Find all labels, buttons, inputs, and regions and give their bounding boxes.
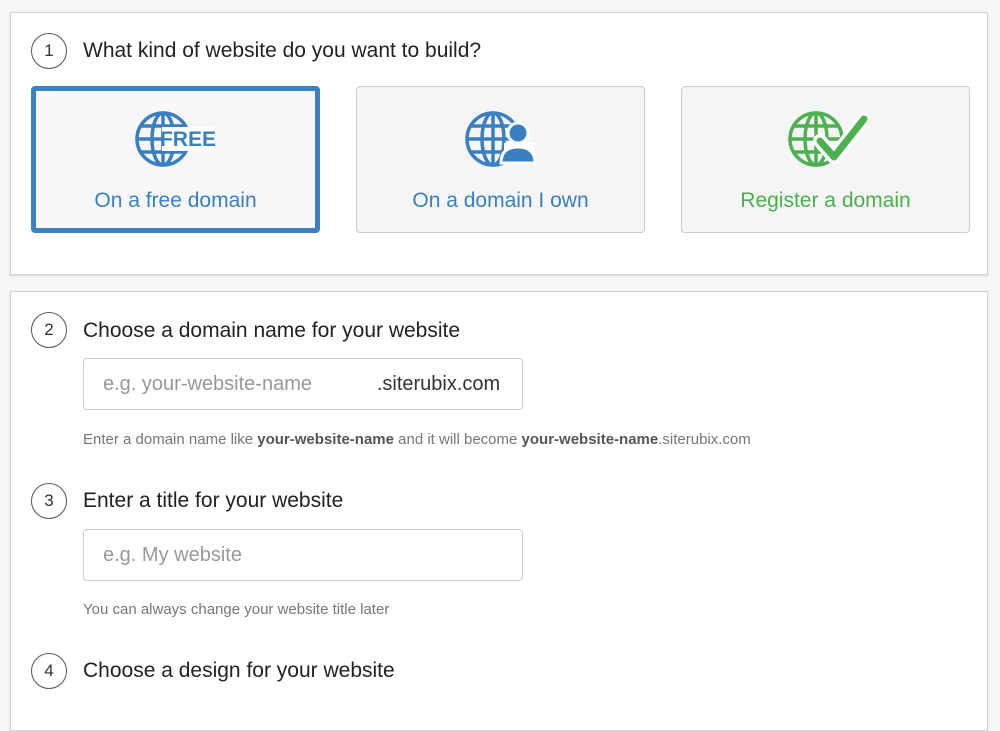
option-register-domain-label: Register a domain [740, 189, 911, 212]
option-register-domain[interactable]: Register a domain [681, 86, 970, 233]
option-own-domain-label: On a domain I own [412, 189, 589, 212]
step-2-number: 2 [31, 312, 67, 348]
website-details-panel: 2 Choose a domain name for your website … [10, 291, 988, 731]
website-title-input[interactable] [83, 529, 523, 581]
option-free-domain[interactable]: FREE On a free domain [31, 86, 320, 233]
title-help-text: You can always change your website title… [83, 601, 390, 618]
step-4-title: Choose a design for your website [83, 659, 395, 682]
svg-text:FREE: FREE [159, 128, 215, 151]
step-1-number: 1 [31, 33, 67, 69]
globe-check-icon [787, 111, 868, 167]
option-free-domain-label: On a free domain [94, 189, 257, 212]
step-3-number: 3 [31, 483, 67, 519]
step-4-number: 4 [31, 653, 67, 689]
globe-free-icon: FREE [134, 111, 216, 167]
website-type-panel: 1 What kind of website do you want to bu… [10, 12, 988, 275]
step-2-title: Choose a domain name for your website [83, 319, 461, 342]
step-3-title: Enter a title for your website [83, 489, 344, 512]
domain-input-group: .siterubix.com [83, 358, 523, 410]
step-1-title: What kind of website do you want to buil… [83, 39, 482, 62]
globe-user-icon [464, 111, 537, 167]
option-own-domain[interactable]: On a domain I own [356, 86, 645, 233]
domain-help-text: Enter a domain name like your-website-na… [83, 431, 751, 448]
domain-suffix: .siterubix.com [355, 359, 522, 409]
